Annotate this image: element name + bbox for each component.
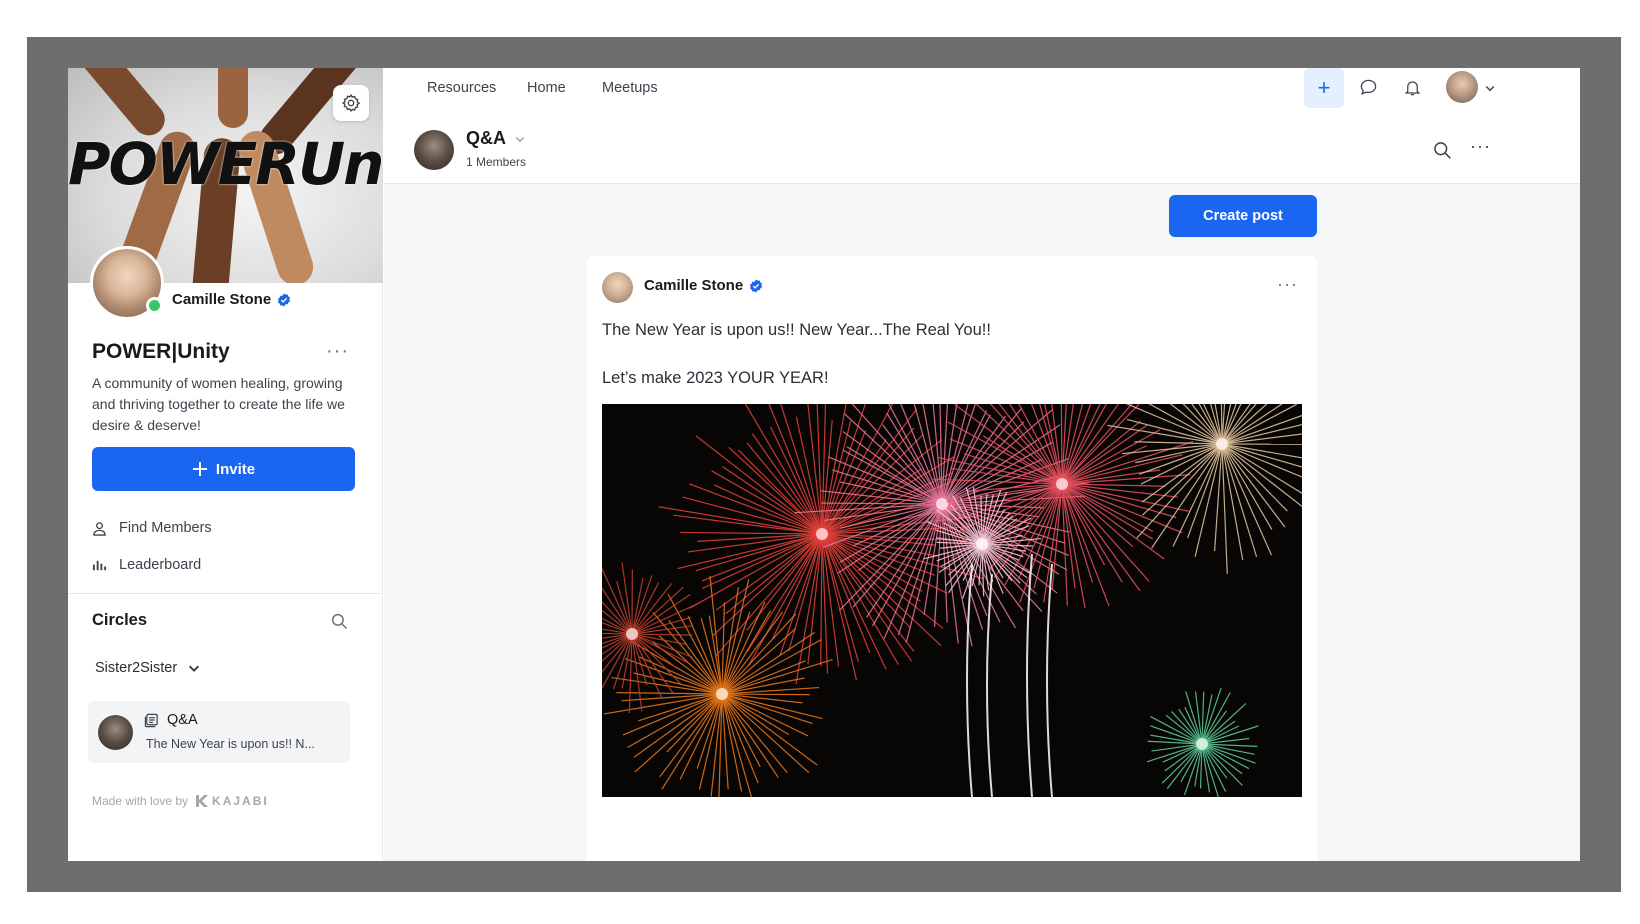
made-with-footer: Made with love by KAJABI (92, 794, 269, 808)
chevron-down-icon (514, 133, 526, 145)
post-card: Camille Stone ··· The New Year is upon u… (587, 256, 1317, 861)
find-members-link[interactable]: Find Members (92, 520, 212, 536)
circle-item-name: Q&A (167, 712, 198, 728)
post-author[interactable]: Camille Stone (644, 277, 763, 294)
plus-icon (192, 461, 208, 477)
invite-button[interactable]: Invite (92, 447, 355, 491)
post-more-button[interactable]: ··· (1277, 274, 1298, 295)
app-window: POWERUnity Camille Stone POWER|Unity ···… (68, 68, 1580, 861)
space-more-button[interactable]: ··· (1470, 136, 1491, 157)
create-post-button[interactable]: Create post (1169, 195, 1317, 237)
circle-selector-dropdown[interactable]: Sister2Sister (95, 660, 201, 676)
kajabi-logo[interactable]: KAJABI (196, 794, 269, 808)
online-status-dot (146, 297, 163, 314)
post-text-line: Let’s make 2023 YOUR YEAR! (602, 369, 829, 388)
verified-badge-icon (749, 279, 763, 293)
top-navigation: Resources Home Meetups + (384, 68, 1580, 114)
circle-avatar (98, 715, 133, 750)
circles-search-button[interactable] (330, 612, 348, 635)
post-text-line: The New Year is upon us!! New Year...The… (602, 321, 991, 340)
chevron-down-icon (1484, 82, 1496, 94)
messages-button[interactable] (1359, 78, 1378, 102)
circle-item-qa[interactable]: Q&A The New Year is upon us!! N... (88, 701, 350, 763)
group-description: A community of women healing, growing an… (92, 373, 354, 436)
fireworks-image (602, 404, 1302, 797)
sidebar-divider (68, 593, 383, 594)
space-search-button[interactable] (1432, 140, 1452, 165)
circles-heading: Circles (92, 611, 147, 630)
post-image-fireworks[interactable] (602, 404, 1302, 797)
circle-item-preview: The New Year is upon us!! N... (146, 737, 315, 751)
chevron-down-icon (187, 661, 201, 675)
settings-button[interactable] (333, 85, 369, 121)
group-title: POWER|Unity (92, 340, 230, 364)
create-new-button[interactable]: + (1304, 68, 1344, 108)
chat-bubble-icon (1359, 78, 1378, 97)
post-author-avatar[interactable] (602, 272, 633, 303)
space-avatar (414, 130, 454, 170)
community-logo: POWERUnity (68, 130, 383, 198)
owner-name[interactable]: Camille Stone (172, 291, 291, 308)
leaderboard-link[interactable]: Leaderboard (92, 557, 201, 573)
gear-icon (341, 93, 361, 113)
space-member-count[interactable]: 1 Members (466, 155, 526, 169)
posts-icon (144, 713, 159, 728)
nav-home[interactable]: Home (527, 80, 566, 96)
space-title-dropdown[interactable]: Q&A (466, 128, 526, 149)
plus-icon: + (1318, 75, 1331, 101)
bell-icon (1403, 78, 1422, 97)
user-menu-toggle[interactable] (1484, 81, 1496, 99)
group-more-button[interactable]: ··· (326, 340, 349, 363)
sidebar: POWERUnity Camille Stone POWER|Unity ···… (68, 68, 383, 861)
search-icon (330, 612, 348, 630)
space-header: Q&A 1 Members ··· (384, 114, 1580, 184)
nav-resources[interactable]: Resources (427, 80, 496, 96)
kajabi-mark-icon (196, 795, 208, 807)
nav-meetups[interactable]: Meetups (602, 80, 658, 96)
verified-badge-icon (277, 293, 291, 307)
notifications-button[interactable] (1403, 78, 1422, 102)
user-avatar[interactable] (1446, 71, 1478, 103)
person-icon (92, 521, 107, 536)
search-icon (1432, 140, 1452, 160)
main-content: Resources Home Meetups + Q&A 1 Members ·… (384, 68, 1580, 861)
bar-chart-icon (92, 558, 107, 573)
